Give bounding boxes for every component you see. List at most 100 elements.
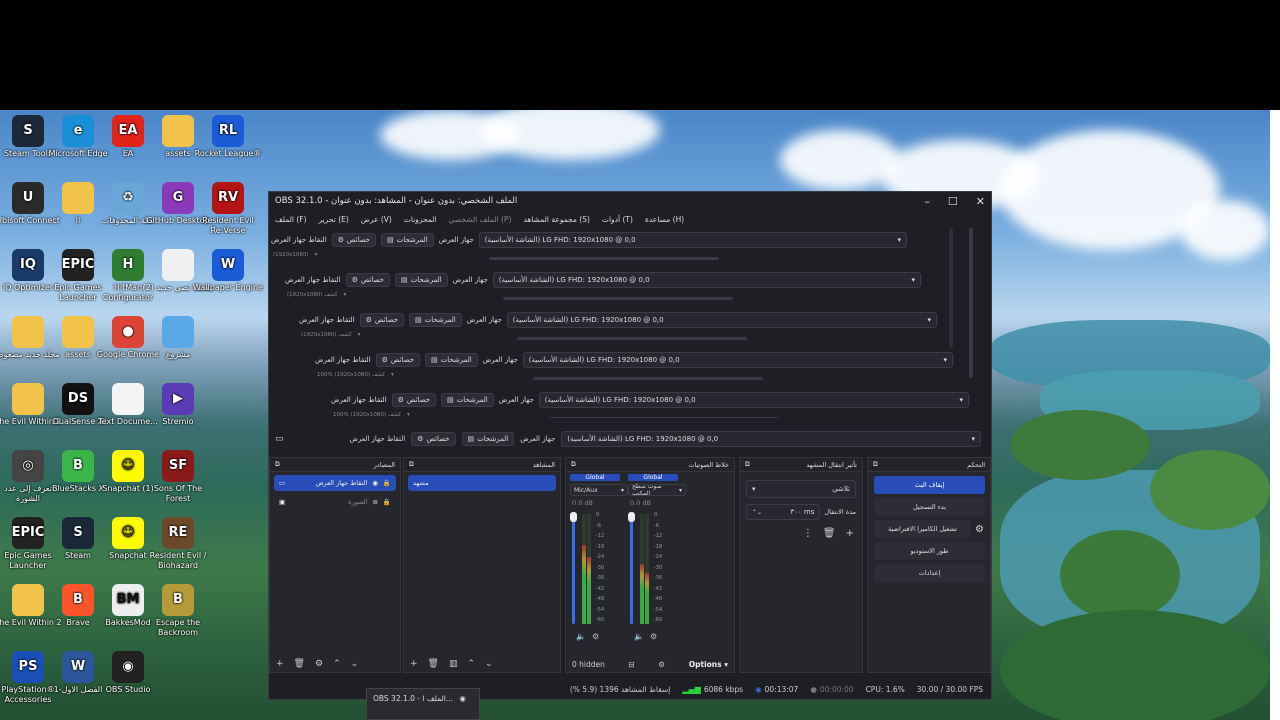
preview-hscroll[interactable] (533, 377, 763, 380)
eye-off-icon[interactable]: ⊘ (372, 498, 377, 506)
more-icon[interactable]: ⋮ (803, 528, 813, 539)
close-icon[interactable]: ✕ (976, 195, 985, 208)
properties-button[interactable]: ⚙ خصائص (411, 432, 456, 446)
move-down-icon[interactable]: ⌄ (351, 659, 359, 669)
menu-item[interactable]: مجموعة المشاهد (S) (523, 215, 590, 224)
eye-icon[interactable]: ◉ (372, 479, 378, 487)
menu-item[interactable]: مساعدة (H) (645, 215, 684, 224)
dock-float-icon[interactable]: ⧉ (275, 460, 280, 469)
desktop-icon[interactable]: RL Rocket League® (192, 115, 264, 159)
gear-icon[interactable]: ⚙ (315, 659, 323, 669)
add-icon[interactable]: + (846, 528, 854, 539)
audio-settings-icon[interactable]: ⚙ (650, 632, 657, 641)
volume-slider-handle[interactable] (628, 512, 635, 522)
speaker-icon[interactable]: 🔈 (576, 632, 586, 641)
options-button[interactable]: Options ▾ (689, 660, 728, 669)
source-item[interactable]: ▭ التقاط جهاز العرض ◉ 🔒 (274, 475, 396, 491)
source-item[interactable]: ▣ الصورة ⊘ 🔒 (274, 494, 396, 510)
chevron-down-icon[interactable]: ▾ (315, 252, 318, 258)
audio-settings-icon[interactable]: ⚙ (592, 632, 599, 641)
lock-icon[interactable]: 🔒 (383, 498, 391, 506)
properties-button[interactable]: ⚙ خصائص (391, 393, 436, 407)
dock-float-icon[interactable]: ⧉ (873, 460, 878, 469)
chevron-down-icon[interactable]: ▾ (391, 372, 394, 378)
control-button[interactable]: تشغيل الكاميرا الافتراضية (874, 520, 972, 538)
virtual-camera-settings-icon[interactable]: ⚙ (975, 524, 984, 535)
preview-hscroll[interactable] (549, 417, 779, 418)
control-button[interactable]: بدء التسجيل (874, 498, 985, 516)
chevron-down-icon[interactable]: ▾ (407, 412, 410, 418)
preview-hscroll[interactable] (489, 257, 719, 260)
menu-item[interactable]: عرض (V) (361, 215, 392, 224)
volume-slider[interactable] (572, 514, 575, 624)
menu-item[interactable]: الملف الشخصي (P) (449, 215, 512, 224)
device-select[interactable]: (الشاشة الأساسية) LG FHD: 1920x1080 @ 0,… (506, 312, 937, 328)
minimize-icon[interactable]: – (924, 195, 930, 208)
menu-item[interactable]: أدوات (T) (602, 215, 633, 224)
dock-float-icon[interactable]: ⧉ (409, 460, 414, 469)
add-icon[interactable]: + (410, 659, 418, 669)
volume-slider-handle[interactable] (570, 512, 577, 522)
desktop-icon[interactable]: RE Resident Evil / Biohazard (142, 517, 214, 571)
preview-hscroll[interactable] (517, 337, 747, 340)
preview-scrollbar-2[interactable] (949, 228, 953, 348)
chevron-down-icon[interactable]: ▾ (344, 292, 347, 298)
device-select[interactable]: (الشاشة الأساسية) LG FHD: 1920x1080 @ 0,… (492, 272, 921, 288)
properties-button[interactable]: ⚙ خصائص (375, 353, 420, 367)
control-button[interactable]: إعدادات (874, 564, 985, 582)
lock-icon[interactable]: 🔒 (383, 479, 391, 487)
filters-button[interactable]: ▤ المرشحات (424, 353, 478, 367)
menu-item[interactable]: المحزونات (404, 215, 437, 224)
scene-item[interactable]: مشهد (408, 475, 556, 491)
properties-button[interactable]: ⚙ خصائص (359, 313, 404, 327)
trash-icon[interactable]: 🗑 (294, 659, 305, 669)
trash-icon[interactable]: 🗑 (823, 528, 836, 539)
dock-float-icon[interactable]: ⧉ (571, 460, 576, 469)
layout-icon[interactable]: ⊟ (629, 660, 635, 669)
desktop-icon[interactable]: B Escape the Backroom (142, 584, 214, 638)
preview-scrollbar[interactable] (969, 228, 973, 378)
taskbar-preview[interactable]: OBS 32.1.0 - الملف ا... ◉ (366, 688, 480, 720)
filters-button[interactable]: ▤ المرشحات (380, 233, 434, 247)
desktop-icon[interactable]: ◉ OBS Studio (92, 651, 164, 695)
desktop-icon[interactable]: SF Sons Of The Forest (142, 450, 214, 504)
audio-source-select[interactable]: Mic/Aux ▾ (570, 484, 628, 496)
device-select[interactable]: (الشاشة الأساسية) LG FHD: 1920x1080 @ 0,… (561, 431, 981, 447)
maximize-icon[interactable]: ☐ (948, 195, 958, 208)
device-select[interactable]: (الشاشة الأساسية) LG FHD: 1920x1080 @ 0,… (522, 352, 953, 368)
desktop-icon[interactable]: W Wallpaper Engine (192, 249, 264, 293)
mixer-settings-icon[interactable]: ⚙ (658, 660, 665, 669)
move-up-icon[interactable]: ⌃ (333, 659, 341, 669)
move-down-icon[interactable]: ⌄ (485, 659, 493, 669)
filters-button[interactable]: ▤ المرشحات (394, 273, 448, 287)
filters-button[interactable]: ▤ المرشحات (461, 432, 515, 446)
device-select[interactable]: (الشاشة الأساسية) LG FHD: 1920x1080 @ 0,… (478, 232, 907, 248)
volume-slider[interactable] (630, 514, 633, 624)
add-icon[interactable]: + (276, 659, 284, 669)
preview-hscroll[interactable] (503, 297, 733, 300)
control-button[interactable]: طور الاستوديو (874, 542, 985, 560)
transition-type-select[interactable]: ▾ تلاشي (746, 480, 856, 498)
device-select[interactable]: (الشاشة الأساسية) LG FHD: 1920x1080 @ 0,… (538, 392, 969, 408)
mixer-title: خلاط الصوتيات (688, 460, 729, 469)
filters-button[interactable]: ▤ المرشحات (408, 313, 462, 327)
desktop-icon[interactable]: RV Resident Evil Re:Verse (192, 182, 264, 236)
move-up-icon[interactable]: ⌃ (468, 659, 476, 669)
properties-button[interactable]: ⚙ خصائص (331, 233, 376, 247)
audio-source-select[interactable]: صوت سطح المكتب ▾ (628, 483, 686, 497)
speaker-icon[interactable]: 🔈 (634, 632, 644, 641)
filter-icon[interactable]: ▥ (449, 659, 458, 669)
filters-button[interactable]: ▤ المرشحات (440, 393, 494, 407)
desktop-icon[interactable]: مشروع (142, 316, 214, 360)
trash-icon[interactable]: 🗑 (428, 659, 439, 669)
desktop-icon[interactable]: ▶ Stremio (142, 383, 214, 427)
desktop-icon-label: Wallpaper Engine (193, 283, 263, 292)
properties-button[interactable]: ⚙ خصائص (345, 273, 390, 287)
sources-toolbar: + 🗑 ⚙ ⌃ ⌄ (270, 656, 400, 672)
chevron-down-icon[interactable]: ▾ (358, 332, 361, 338)
menu-item[interactable]: تحرير (E) (319, 215, 349, 224)
control-button[interactable]: إيقاف البث (874, 476, 985, 494)
menu-item[interactable]: الملف (F) (275, 215, 307, 224)
duration-spinbox[interactable]: ⌃⌄ ٣٠٠ ms (746, 504, 821, 520)
dock-float-icon[interactable]: ⧉ (745, 460, 750, 469)
